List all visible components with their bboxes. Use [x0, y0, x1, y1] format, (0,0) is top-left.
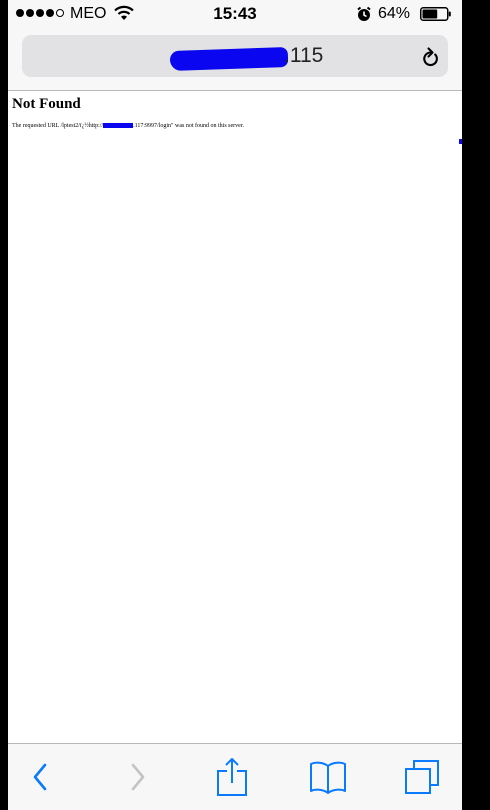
battery-icon	[420, 7, 451, 21]
back-button[interactable]	[10, 744, 70, 810]
battery-percentage: 64%	[378, 5, 411, 22]
host-redaction	[103, 123, 134, 129]
url-redaction	[169, 46, 289, 72]
status-bar: MEO 15:43 64%	[8, 0, 462, 28]
error-message-suffix: .117:9997/login" was not found on this s…	[133, 123, 244, 129]
tabs-icon	[405, 760, 439, 794]
alarm-icon	[357, 6, 371, 21]
reload-icon[interactable]	[420, 46, 440, 68]
forward-icon	[131, 763, 145, 791]
web-page-content: Not Found The requested URL /lptest2/ï¿½…	[8, 91, 462, 743]
address-bar[interactable]: .115	[22, 35, 448, 77]
bookmarks-icon	[310, 761, 346, 794]
url-text: .115	[284, 44, 324, 67]
forward-button[interactable]	[108, 744, 168, 810]
phone-screen: MEO 15:43 64% .115 Not Found The request…	[8, 0, 462, 810]
bookmarks-button[interactable]	[298, 744, 358, 810]
tabs-button[interactable]	[392, 744, 452, 810]
share-icon	[217, 758, 247, 796]
safari-toolbar	[8, 743, 462, 810]
back-icon	[33, 763, 47, 791]
browser-header: .115	[8, 28, 462, 91]
share-button[interactable]	[202, 744, 262, 810]
page-title: Not Found	[12, 96, 81, 112]
error-message: The requested URL /lptest2/ï¿½http:// .11…	[12, 123, 244, 129]
redaction-mark	[459, 139, 462, 144]
error-message-prefix: The requested URL /lptest2/ï¿½http://	[12, 123, 104, 129]
